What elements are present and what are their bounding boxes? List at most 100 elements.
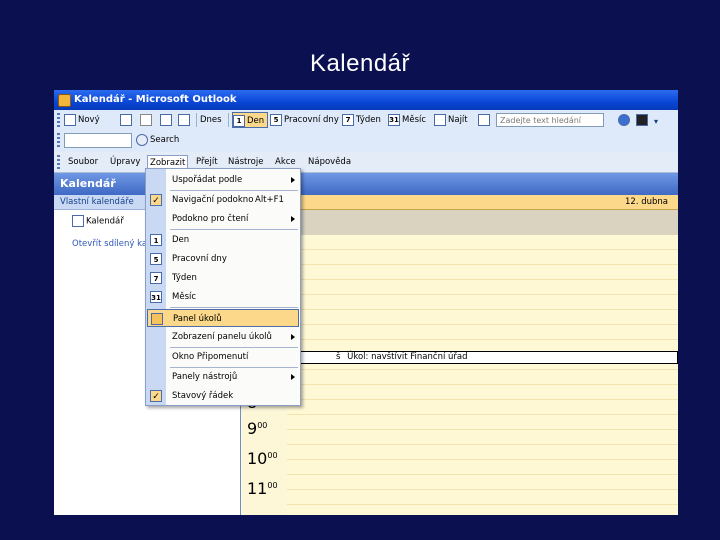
calendar-day-view: 12. dubna 8 900 1000 1100 š Úkol: navští… [241, 173, 678, 515]
toolbar-separator [228, 113, 229, 127]
standard-toolbar: Nový Dnes 1 Den 5 Pracovní dny 7 Týden 31 Mě… [54, 110, 678, 131]
print-button[interactable] [120, 112, 134, 128]
view-menu-dropdown: Uspořádat podle ✓ Navigační podokno Alt+… [145, 168, 301, 406]
new-button[interactable]: Nový [64, 112, 100, 128]
find-button[interactable]: Najít [434, 112, 468, 128]
menu-item-label: Navigační podokno [172, 195, 254, 205]
address-book-button[interactable] [160, 112, 174, 128]
check-icon: ✓ [150, 194, 162, 206]
toolbar-options-button[interactable]: ▾ [654, 112, 668, 128]
search-toolbar: Search [54, 130, 678, 153]
menu-separator [170, 229, 298, 230]
open-shared-calendar-link[interactable]: Otevřít sdílený kal [72, 239, 149, 249]
menu-item-status-bar[interactable]: ✓ Stavový řádek [147, 387, 299, 405]
categorize-icon [178, 113, 190, 126]
week-view-icon: 7 [342, 113, 354, 126]
hour-label: 1000 [247, 449, 278, 468]
nav-calendar-label: Kalendář [86, 216, 124, 227]
week-label: Týden [356, 115, 381, 125]
month-view-icon: 31 [388, 113, 400, 126]
window-title: Kalendář - Microsoft Outlook [74, 94, 237, 105]
title-bar: Kalendář - Microsoft Outlook [54, 90, 678, 110]
nav-calendar-item[interactable]: Kalendář [72, 215, 124, 228]
color-button[interactable] [636, 112, 650, 128]
menu-item-label: Pracovní dny [172, 254, 227, 264]
task-item[interactable]: š Úkol: navštívit Finanční úřad [287, 351, 678, 364]
find-input[interactable]: Zadejte text hledání [496, 113, 604, 127]
search-text-input[interactable] [64, 133, 132, 148]
menu-item-toolbars[interactable]: Panely nástrojů [147, 368, 299, 386]
menu-item-arrange-by[interactable]: Uspořádat podle [147, 171, 299, 189]
slide-title: Kalendář [309, 50, 411, 77]
address-lookup-icon [478, 113, 490, 126]
menu-item-label: Panel úkolů [173, 314, 222, 324]
toolbar-options-icon: ▾ [654, 116, 659, 126]
menu-item-label: Podokno pro čtení [172, 214, 249, 224]
menubar-grip-icon[interactable] [57, 155, 60, 169]
new-calendar-icon [64, 113, 76, 126]
all-day-area[interactable] [241, 210, 678, 236]
outlook-window: Kalendář - Microsoft Outlook Nový Dnes 1… [54, 90, 678, 515]
menu-item-task-panel-view[interactable]: Zobrazení panelu úkolů [147, 328, 299, 346]
find-label: Najít [448, 115, 468, 125]
help-icon [618, 113, 630, 126]
hour-label: 900 [247, 419, 268, 438]
menu-item-day[interactable]: 1 Den [147, 231, 299, 249]
submenu-arrow-icon [291, 177, 295, 183]
search-button[interactable]: Search [136, 132, 179, 148]
menu-item-reading-pane[interactable]: Podokno pro čtení [147, 210, 299, 228]
menu-item-label: Zobrazení panelu úkolů [172, 332, 272, 342]
menu-help[interactable]: Nápověda [306, 155, 353, 170]
week-view-button[interactable]: 7 Týden [342, 112, 381, 128]
menu-item-shortcut: Alt+F1 [255, 195, 284, 205]
menu-edit[interactable]: Úpravy [108, 155, 142, 170]
menu-item-month[interactable]: 31 Měsíc [147, 288, 299, 306]
menu-item-label: Týden [172, 273, 197, 283]
month-view-button[interactable]: 31 Měsíc [388, 112, 426, 128]
month-label: Měsíc [402, 115, 427, 125]
help-button[interactable] [618, 112, 632, 128]
print-icon [120, 113, 132, 126]
check-icon: ✓ [150, 390, 162, 402]
week-icon: 7 [150, 272, 162, 284]
categorize-button[interactable] [178, 112, 192, 128]
delete-button[interactable] [140, 112, 154, 128]
menu-item-label: Panely nástrojů [172, 372, 238, 382]
toolbar-grip-icon[interactable] [57, 133, 60, 147]
toolbar-separator [196, 113, 197, 127]
day-icon: 1 [150, 234, 162, 246]
workweek-view-button[interactable]: 5 Pracovní dny [270, 112, 339, 128]
search-icon [136, 133, 148, 146]
menu-item-reminders-window[interactable]: Okno Připomenutí [147, 348, 299, 366]
search-label: Search [150, 135, 180, 145]
submenu-arrow-icon [291, 374, 295, 380]
task-text: Úkol: navštívit Finanční úřad [347, 352, 468, 362]
menu-item-navigation-pane[interactable]: ✓ Navigační podokno Alt+F1 [147, 191, 299, 209]
calendar-header [241, 173, 678, 195]
color-icon [636, 113, 648, 126]
menu-item-task-panel[interactable]: Panel úkolů [147, 309, 299, 327]
toolbar-grip-icon[interactable] [57, 113, 60, 127]
menu-item-workweek[interactable]: 5 Pracovní dny [147, 250, 299, 268]
hour-label: 1100 [247, 479, 278, 498]
menu-file[interactable]: Soubor [66, 155, 100, 170]
today-button[interactable]: Dnes [200, 112, 222, 128]
menu-item-week[interactable]: 7 Týden [147, 269, 299, 287]
menu-separator [170, 307, 298, 308]
address-lookup-button[interactable] [478, 112, 492, 128]
task-panel-icon [151, 313, 163, 325]
month-icon: 31 [150, 291, 162, 303]
time-slots[interactable] [287, 235, 678, 515]
nav-header-title: Kalendář [60, 177, 116, 190]
day-view-button[interactable]: 1 Den [232, 112, 269, 128]
menu-item-label: Den [172, 235, 190, 245]
my-calendars-label: Vlastní kalendáře [60, 197, 134, 207]
submenu-arrow-icon [291, 334, 295, 340]
day-view-icon: 1 [233, 114, 245, 127]
menu-item-label: Měsíc [172, 292, 197, 302]
outlook-app-icon [58, 94, 71, 107]
workweek-icon: 5 [150, 253, 162, 265]
delete-icon [140, 113, 152, 126]
menu-item-label: Okno Připomenutí [172, 352, 249, 362]
workweek-label: Pracovní dny [284, 115, 339, 125]
